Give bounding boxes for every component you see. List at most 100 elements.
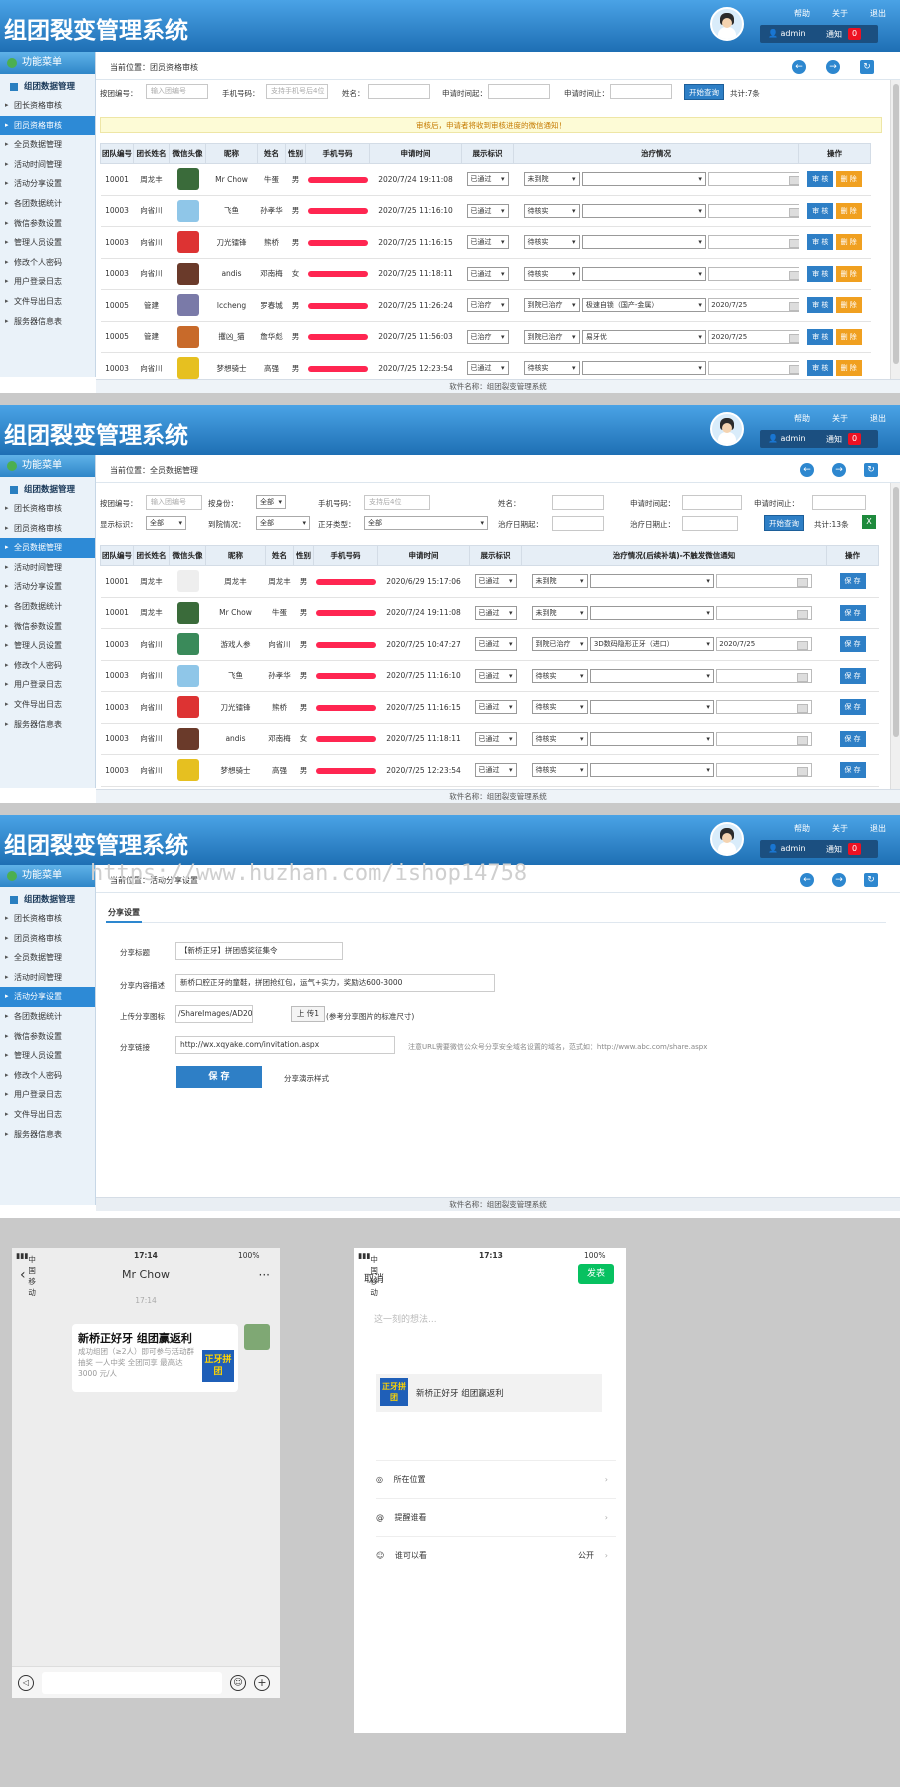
message-input[interactable] — [42, 1672, 222, 1694]
review-button[interactable]: 审 核 — [807, 328, 834, 345]
treatment-select[interactable]: 待核实 — [523, 203, 580, 218]
treatment-select[interactable]: 到院已治疗 — [523, 298, 580, 313]
excel-export-icon[interactable]: X — [862, 515, 876, 529]
refresh-icon[interactable]: ↻ — [860, 60, 874, 74]
treat-start-input[interactable] — [552, 516, 604, 531]
sidebar-item[interactable]: 活动分享设置 — [0, 577, 95, 597]
show-select[interactable]: 已通过 — [474, 700, 517, 715]
review-button[interactable]: 审 核 — [807, 265, 834, 282]
sidebar-item[interactable]: 文件导出日志 — [0, 292, 95, 312]
about-link[interactable]: 关于 — [832, 823, 848, 834]
show-select[interactable]: 已通过 — [474, 637, 517, 652]
treatment-date-input[interactable]: 2020/7/25 — [708, 329, 799, 344]
sidebar-item[interactable]: 管理人员设置 — [0, 636, 95, 656]
share-desc-input[interactable]: 新桥口腔正牙的童鞋，拼团抢红包，运气+实力，奖励达600-3000 — [175, 974, 495, 992]
delete-button[interactable]: 删 除 — [835, 297, 862, 314]
sidebar-item[interactable]: 团员资格审核 — [0, 519, 95, 539]
sidebar-item[interactable]: 活动时间管理 — [0, 968, 95, 988]
treatment-select[interactable]: 待核实 — [523, 361, 580, 376]
sidebar-item[interactable]: 全员数据管理 — [0, 538, 95, 558]
share-link-input[interactable]: http://wx.xqyake.com/invitation.aspx — [175, 1036, 395, 1054]
delete-button[interactable]: 删 除 — [835, 234, 862, 251]
sidebar-item[interactable]: 管理人员设置 — [0, 1046, 95, 1066]
treatment-date-input[interactable] — [716, 700, 813, 715]
plan-select[interactable] — [581, 361, 706, 376]
delete-button[interactable]: 删 除 — [835, 171, 862, 188]
sidebar-item[interactable]: 服务器信息表 — [0, 715, 95, 735]
plan-select[interactable] — [589, 605, 714, 620]
share-title-input[interactable]: 【新桥正牙】拼团感奖征集令 — [175, 942, 343, 960]
start-date-input[interactable] — [488, 84, 550, 99]
delete-button[interactable]: 删 除 — [835, 265, 862, 282]
review-button[interactable]: 审 核 — [807, 202, 834, 219]
plan-select[interactable] — [589, 574, 714, 589]
query-button[interactable]: 开始查询 — [764, 515, 804, 531]
end-date-input[interactable] — [812, 495, 866, 510]
show-select[interactable]: 已通过 — [466, 361, 509, 376]
scrollbar[interactable] — [890, 80, 900, 379]
save-button[interactable]: 保 存 — [839, 699, 866, 716]
share-icon-path[interactable]: /ShareImages/AD2020072409 — [175, 1005, 253, 1023]
review-button[interactable]: 审 核 — [807, 171, 834, 188]
sidebar-item[interactable]: 用户登录日志 — [0, 675, 95, 695]
plan-select[interactable]: 全部 — [364, 516, 488, 530]
thought-input[interactable]: 这一刻的想法... — [374, 1312, 437, 1325]
save-button[interactable]: 保 存 — [839, 636, 866, 653]
voice-icon[interactable]: ◁ — [18, 1675, 34, 1691]
more-icon[interactable]: ··· — [259, 1262, 270, 1288]
save-button[interactable]: 保 存 — [176, 1066, 262, 1088]
back-icon[interactable]: ‹ — [20, 1262, 26, 1288]
back-icon[interactable]: ← — [792, 60, 806, 74]
start-date-input[interactable] — [682, 495, 742, 510]
tab-share-settings[interactable]: 分享设置 — [106, 907, 142, 923]
delete-button[interactable]: 删 除 — [835, 360, 862, 377]
sidebar-item[interactable]: 团长资格审核 — [0, 909, 95, 929]
refresh-icon[interactable]: ↻ — [864, 873, 878, 887]
phone-input[interactable]: 支持后4位 — [364, 495, 430, 510]
sidebar-item[interactable]: 活动时间管理 — [0, 558, 95, 578]
sidebar-item[interactable]: 微信参数设置 — [0, 214, 95, 234]
sidebar-item[interactable]: 文件导出日志 — [0, 1105, 95, 1125]
upload-button[interactable]: 上 传1 — [291, 1006, 325, 1022]
show-select[interactable]: 已通过 — [474, 731, 517, 746]
user-bar[interactable]: 👤 admin 通知 0 — [760, 25, 878, 43]
about-link[interactable]: 关于 — [832, 8, 848, 19]
sidebar-item[interactable]: 用户登录日志 — [0, 1085, 95, 1105]
sidebar-item[interactable]: 各团数据统计 — [0, 1007, 95, 1027]
show-select[interactable]: 已通过 — [466, 235, 509, 250]
sidebar-item[interactable]: 团长资格审核 — [0, 499, 95, 519]
treatment-date-input[interactable] — [708, 203, 799, 218]
team-input[interactable]: 输入团编号 — [146, 84, 208, 99]
treatment-date-input[interactable] — [708, 235, 799, 250]
help-link[interactable]: 帮助 — [794, 413, 810, 424]
sidebar-item[interactable]: 活动分享设置 — [0, 987, 95, 1007]
share-card[interactable]: 新桥正好牙 组团赢返利 成功组团（≥2人）即可参与活动群抽奖 一人中奖 全团同享… — [72, 1324, 238, 1392]
menu-group[interactable]: 组团数据管理 — [0, 481, 95, 499]
show-select[interactable]: 已通过 — [474, 574, 517, 589]
name-input[interactable] — [552, 495, 604, 510]
plan-select[interactable]: 3D数码隐形正牙（进口） — [589, 637, 714, 652]
share-link-card[interactable]: 正牙拼团 新桥正好牙 组团赢返利 — [376, 1374, 602, 1412]
show-select[interactable]: 已治疗 — [466, 329, 509, 344]
treatment-select[interactable]: 待核实 — [531, 668, 588, 683]
show-select[interactable]: 全部 — [146, 516, 186, 530]
treatment-date-input[interactable] — [708, 361, 799, 376]
sidebar-item[interactable]: 活动分享设置 — [0, 174, 95, 194]
sidebar-item[interactable]: 服务器信息表 — [0, 1125, 95, 1145]
show-select[interactable]: 已通过 — [466, 203, 509, 218]
visibility-row[interactable]: ☺ 谁可以看 公开 › — [376, 1537, 616, 1575]
sidebar-item[interactable]: 微信参数设置 — [0, 617, 95, 637]
save-button[interactable]: 保 存 — [839, 604, 866, 621]
sidebar-item[interactable]: 文件导出日志 — [0, 695, 95, 715]
treatment-date-input[interactable] — [716, 731, 813, 746]
review-button[interactable]: 审 核 — [807, 360, 834, 377]
delete-button[interactable]: 删 除 — [835, 328, 862, 345]
sidebar-item[interactable]: 团长资格审核 — [0, 96, 95, 116]
show-select[interactable]: 已通过 — [466, 172, 509, 187]
show-select[interactable]: 已治疗 — [466, 298, 509, 313]
show-select[interactable]: 已通过 — [474, 605, 517, 620]
sidebar-item[interactable]: 修改个人密码 — [0, 1066, 95, 1086]
sidebar-item[interactable]: 团员资格审核 — [0, 929, 95, 949]
sidebar-item[interactable]: 修改个人密码 — [0, 253, 95, 273]
back-icon[interactable]: ← — [800, 463, 814, 477]
